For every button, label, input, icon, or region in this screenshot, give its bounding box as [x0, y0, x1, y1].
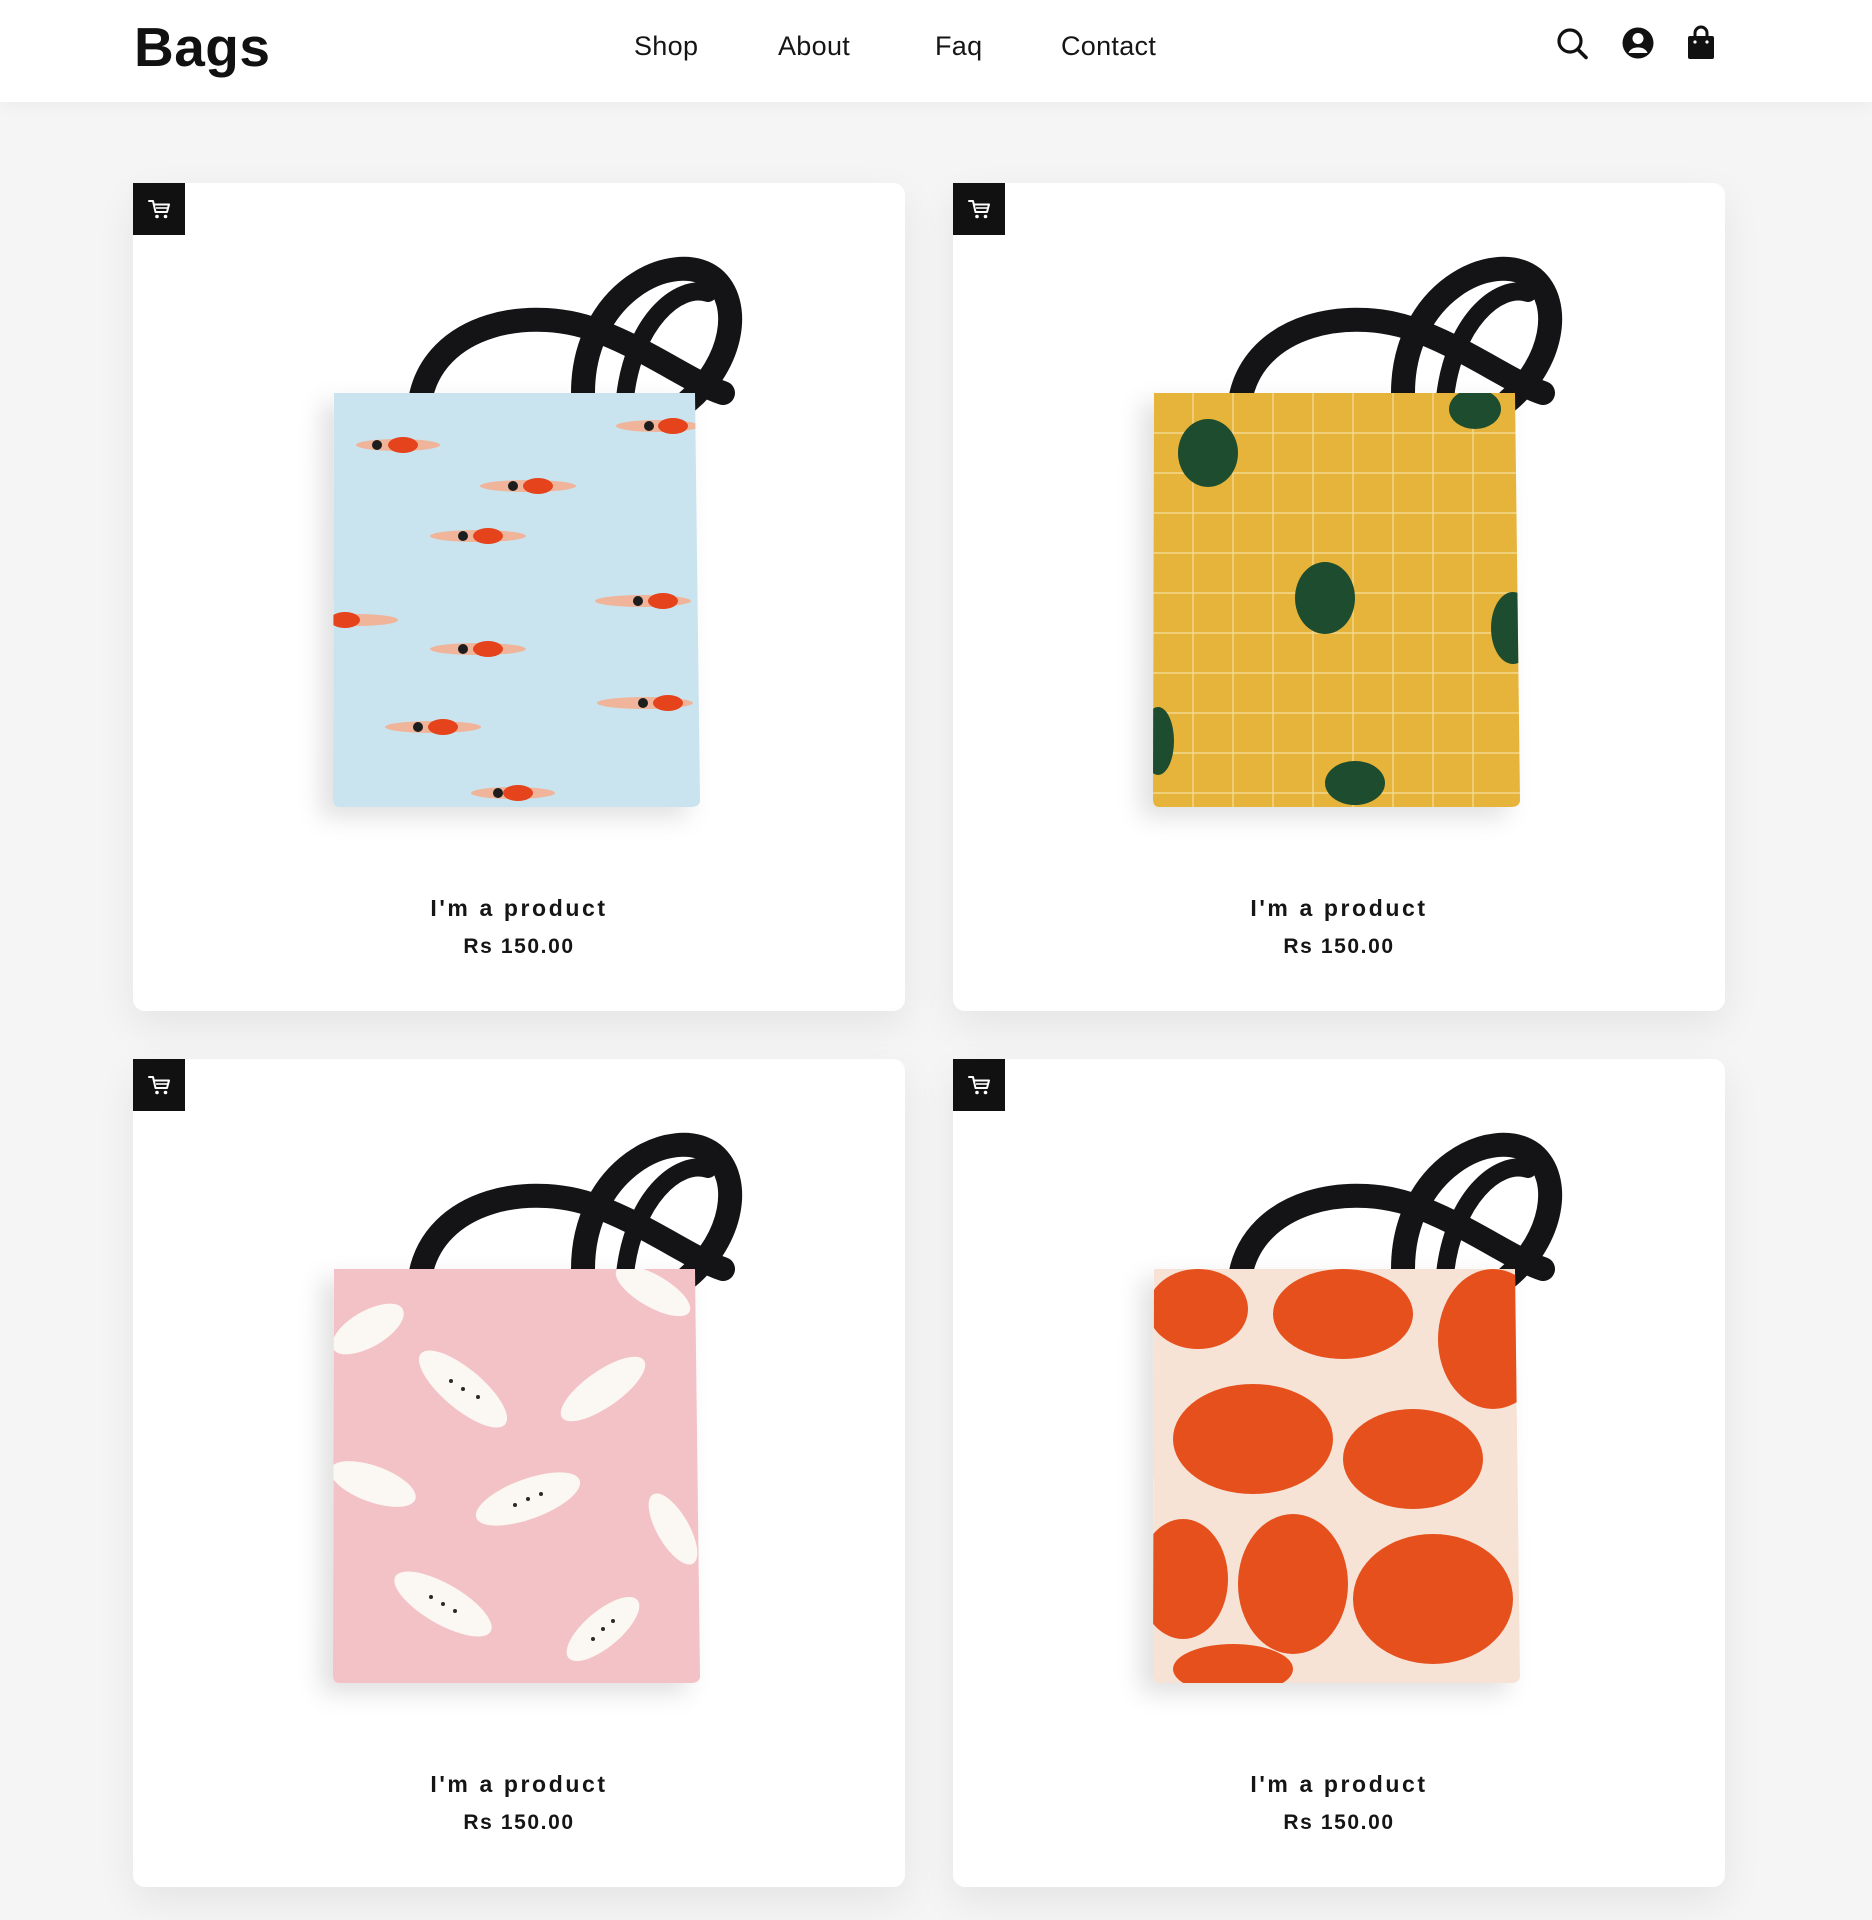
- product-price: Rs 150.00: [1283, 935, 1395, 958]
- nav-about[interactable]: About: [778, 26, 850, 66]
- product-card[interactable]: I'm a product Rs 150.00: [133, 1059, 905, 1887]
- cart-icon: [966, 196, 992, 222]
- product-price: Rs 150.00: [463, 1811, 575, 1834]
- product-card[interactable]: I'm a product Rs 150.00: [953, 1059, 1725, 1887]
- add-to-cart-button[interactable]: [133, 183, 185, 235]
- product-name[interactable]: I'm a product: [133, 895, 905, 922]
- product-image[interactable]: [133, 183, 905, 883]
- site-logo[interactable]: Bags: [134, 14, 271, 80]
- product-name[interactable]: I'm a product: [133, 1771, 905, 1798]
- product-image[interactable]: [133, 1059, 905, 1759]
- nav-contact[interactable]: Contact: [1061, 26, 1156, 66]
- product-price: Rs 150.00: [463, 935, 575, 958]
- product-card[interactable]: I'm a product Rs 150.00: [953, 183, 1725, 1011]
- add-to-cart-button[interactable]: [953, 1059, 1005, 1111]
- shopping-bag-icon[interactable]: [1683, 24, 1719, 62]
- nav-faq[interactable]: Faq: [935, 26, 982, 66]
- product-card[interactable]: I'm a product Rs 150.00: [133, 183, 905, 1011]
- add-to-cart-button[interactable]: [953, 183, 1005, 235]
- cart-icon: [146, 1072, 172, 1098]
- account-icon[interactable]: [1620, 24, 1656, 62]
- cart-icon: [966, 1072, 992, 1098]
- nav-shop[interactable]: Shop: [634, 26, 698, 66]
- product-name[interactable]: I'm a product: [953, 895, 1725, 922]
- add-to-cart-button[interactable]: [133, 1059, 185, 1111]
- search-icon[interactable]: [1554, 24, 1590, 62]
- site-header: Bags Shop About Faq Contact: [0, 0, 1872, 102]
- product-image[interactable]: [953, 1059, 1725, 1759]
- product-name[interactable]: I'm a product: [953, 1771, 1725, 1798]
- cart-icon: [146, 196, 172, 222]
- product-price: Rs 150.00: [1283, 1811, 1395, 1834]
- product-image[interactable]: [953, 183, 1725, 883]
